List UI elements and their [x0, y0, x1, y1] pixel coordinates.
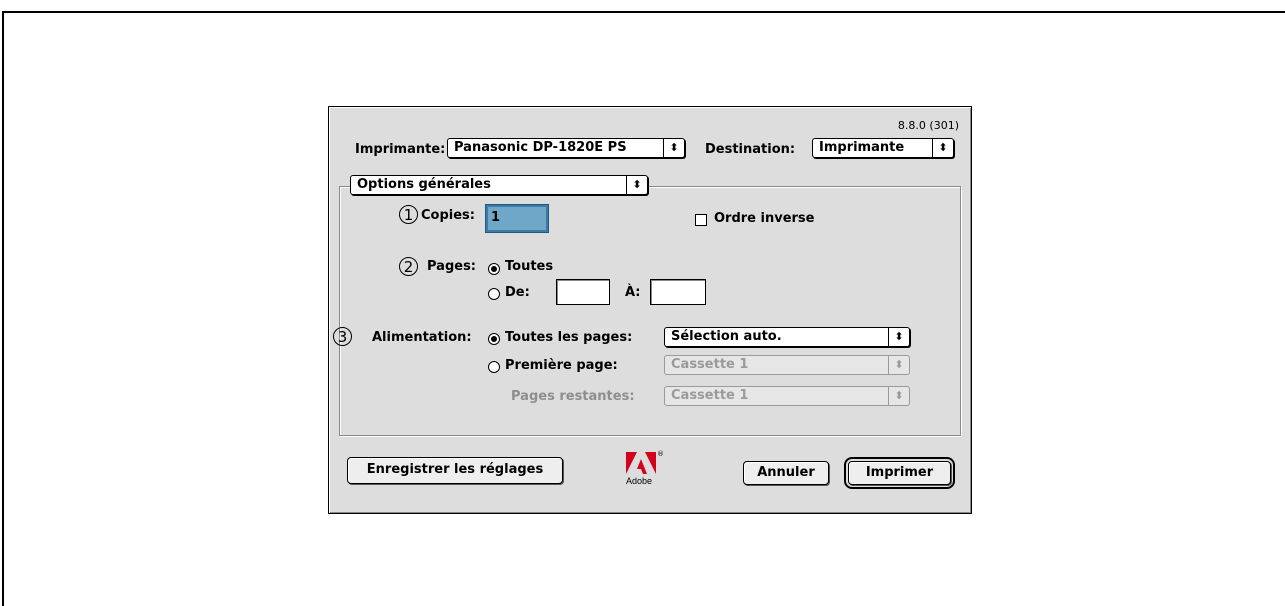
pages-all-radio[interactable]	[488, 263, 500, 275]
pages-label: Pages:	[427, 259, 477, 274]
all-pages-radio[interactable]	[488, 333, 500, 345]
updown-arrows-icon: ⬍	[626, 176, 647, 194]
pages-range-radio[interactable]	[488, 288, 500, 300]
panel-value: Options générales	[357, 177, 491, 192]
destination-label: Destination:	[705, 142, 796, 157]
printer-value: Panasonic DP-1820E PS	[454, 140, 627, 155]
pages-to-label: À:	[625, 285, 641, 300]
save-settings-button[interactable]: Enregistrer les réglages	[347, 457, 563, 484]
remaining-pages-label: Pages restantes:	[511, 389, 635, 404]
print-button[interactable]: Imprimer	[844, 457, 955, 489]
callout-2: 2	[399, 257, 418, 276]
printer-popup[interactable]: Panasonic DP-1820E PS ⬍	[447, 138, 685, 158]
destination-popup[interactable]: Imprimante ⬍	[812, 138, 954, 158]
callout-1: 1	[399, 205, 418, 224]
copies-label: Copies:	[421, 208, 475, 223]
adobe-logo: ® Adobe	[626, 450, 664, 486]
first-page-label: Première page:	[505, 358, 618, 373]
first-page-popup[interactable]: Cassette 1 ⬍	[664, 355, 910, 375]
updown-arrows-icon: ⬍	[888, 328, 909, 346]
reverse-order-label: Ordre inverse	[714, 211, 815, 226]
adobe-wordmark: Adobe	[626, 476, 653, 486]
printer-label: Imprimante:	[355, 142, 446, 157]
all-pages-label: Toutes les pages:	[505, 330, 633, 345]
reverse-order-checkbox[interactable]	[695, 214, 707, 226]
destination-value: Imprimante	[819, 140, 905, 155]
updown-arrows-icon: ⬍	[888, 356, 909, 374]
pages-from-label: De:	[505, 285, 530, 300]
callout-3: 3	[333, 327, 352, 346]
all-pages-value: Sélection auto.	[671, 329, 782, 344]
first-page-radio[interactable]	[488, 361, 500, 373]
pages-from-input[interactable]	[556, 279, 610, 305]
adobe-logo-icon	[626, 452, 656, 474]
panel-popup[interactable]: Options générales ⬍	[350, 175, 648, 195]
copies-value: 1	[491, 210, 501, 225]
pages-all-label: Toutes	[505, 259, 554, 274]
remaining-pages-value: Cassette 1	[671, 388, 749, 403]
cancel-button[interactable]: Annuler	[743, 461, 829, 485]
print-dialog: 8.8.0 (301) Imprimante: Panasonic DP-182…	[328, 106, 972, 514]
copies-input[interactable]: 1	[486, 205, 548, 232]
first-page-value: Cassette 1	[671, 357, 749, 372]
updown-arrows-icon: ⬍	[932, 139, 953, 157]
version-label: 8.8.0 (301)	[897, 119, 959, 132]
all-pages-popup[interactable]: Sélection auto. ⬍	[664, 327, 910, 347]
updown-arrows-icon: ⬍	[663, 139, 684, 157]
updown-arrows-icon: ⬍	[888, 387, 909, 405]
paper-source-label: Alimentation:	[372, 330, 472, 345]
pages-to-input[interactable]	[650, 279, 706, 305]
remaining-pages-popup[interactable]: Cassette 1 ⬍	[664, 386, 910, 406]
